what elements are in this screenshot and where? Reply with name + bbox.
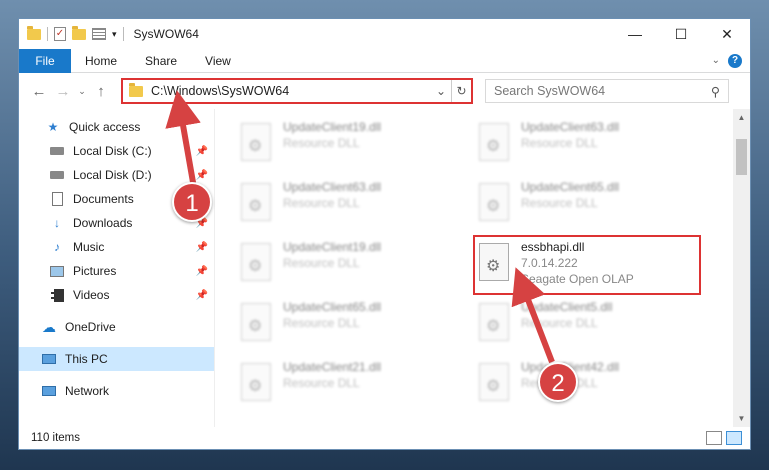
arrow-2 (511, 267, 555, 364)
annotation-arrows (165, 90, 555, 364)
callout-2: 2 (538, 362, 578, 402)
callout-1: 1 (172, 182, 212, 222)
arrow-1 (165, 90, 201, 189)
